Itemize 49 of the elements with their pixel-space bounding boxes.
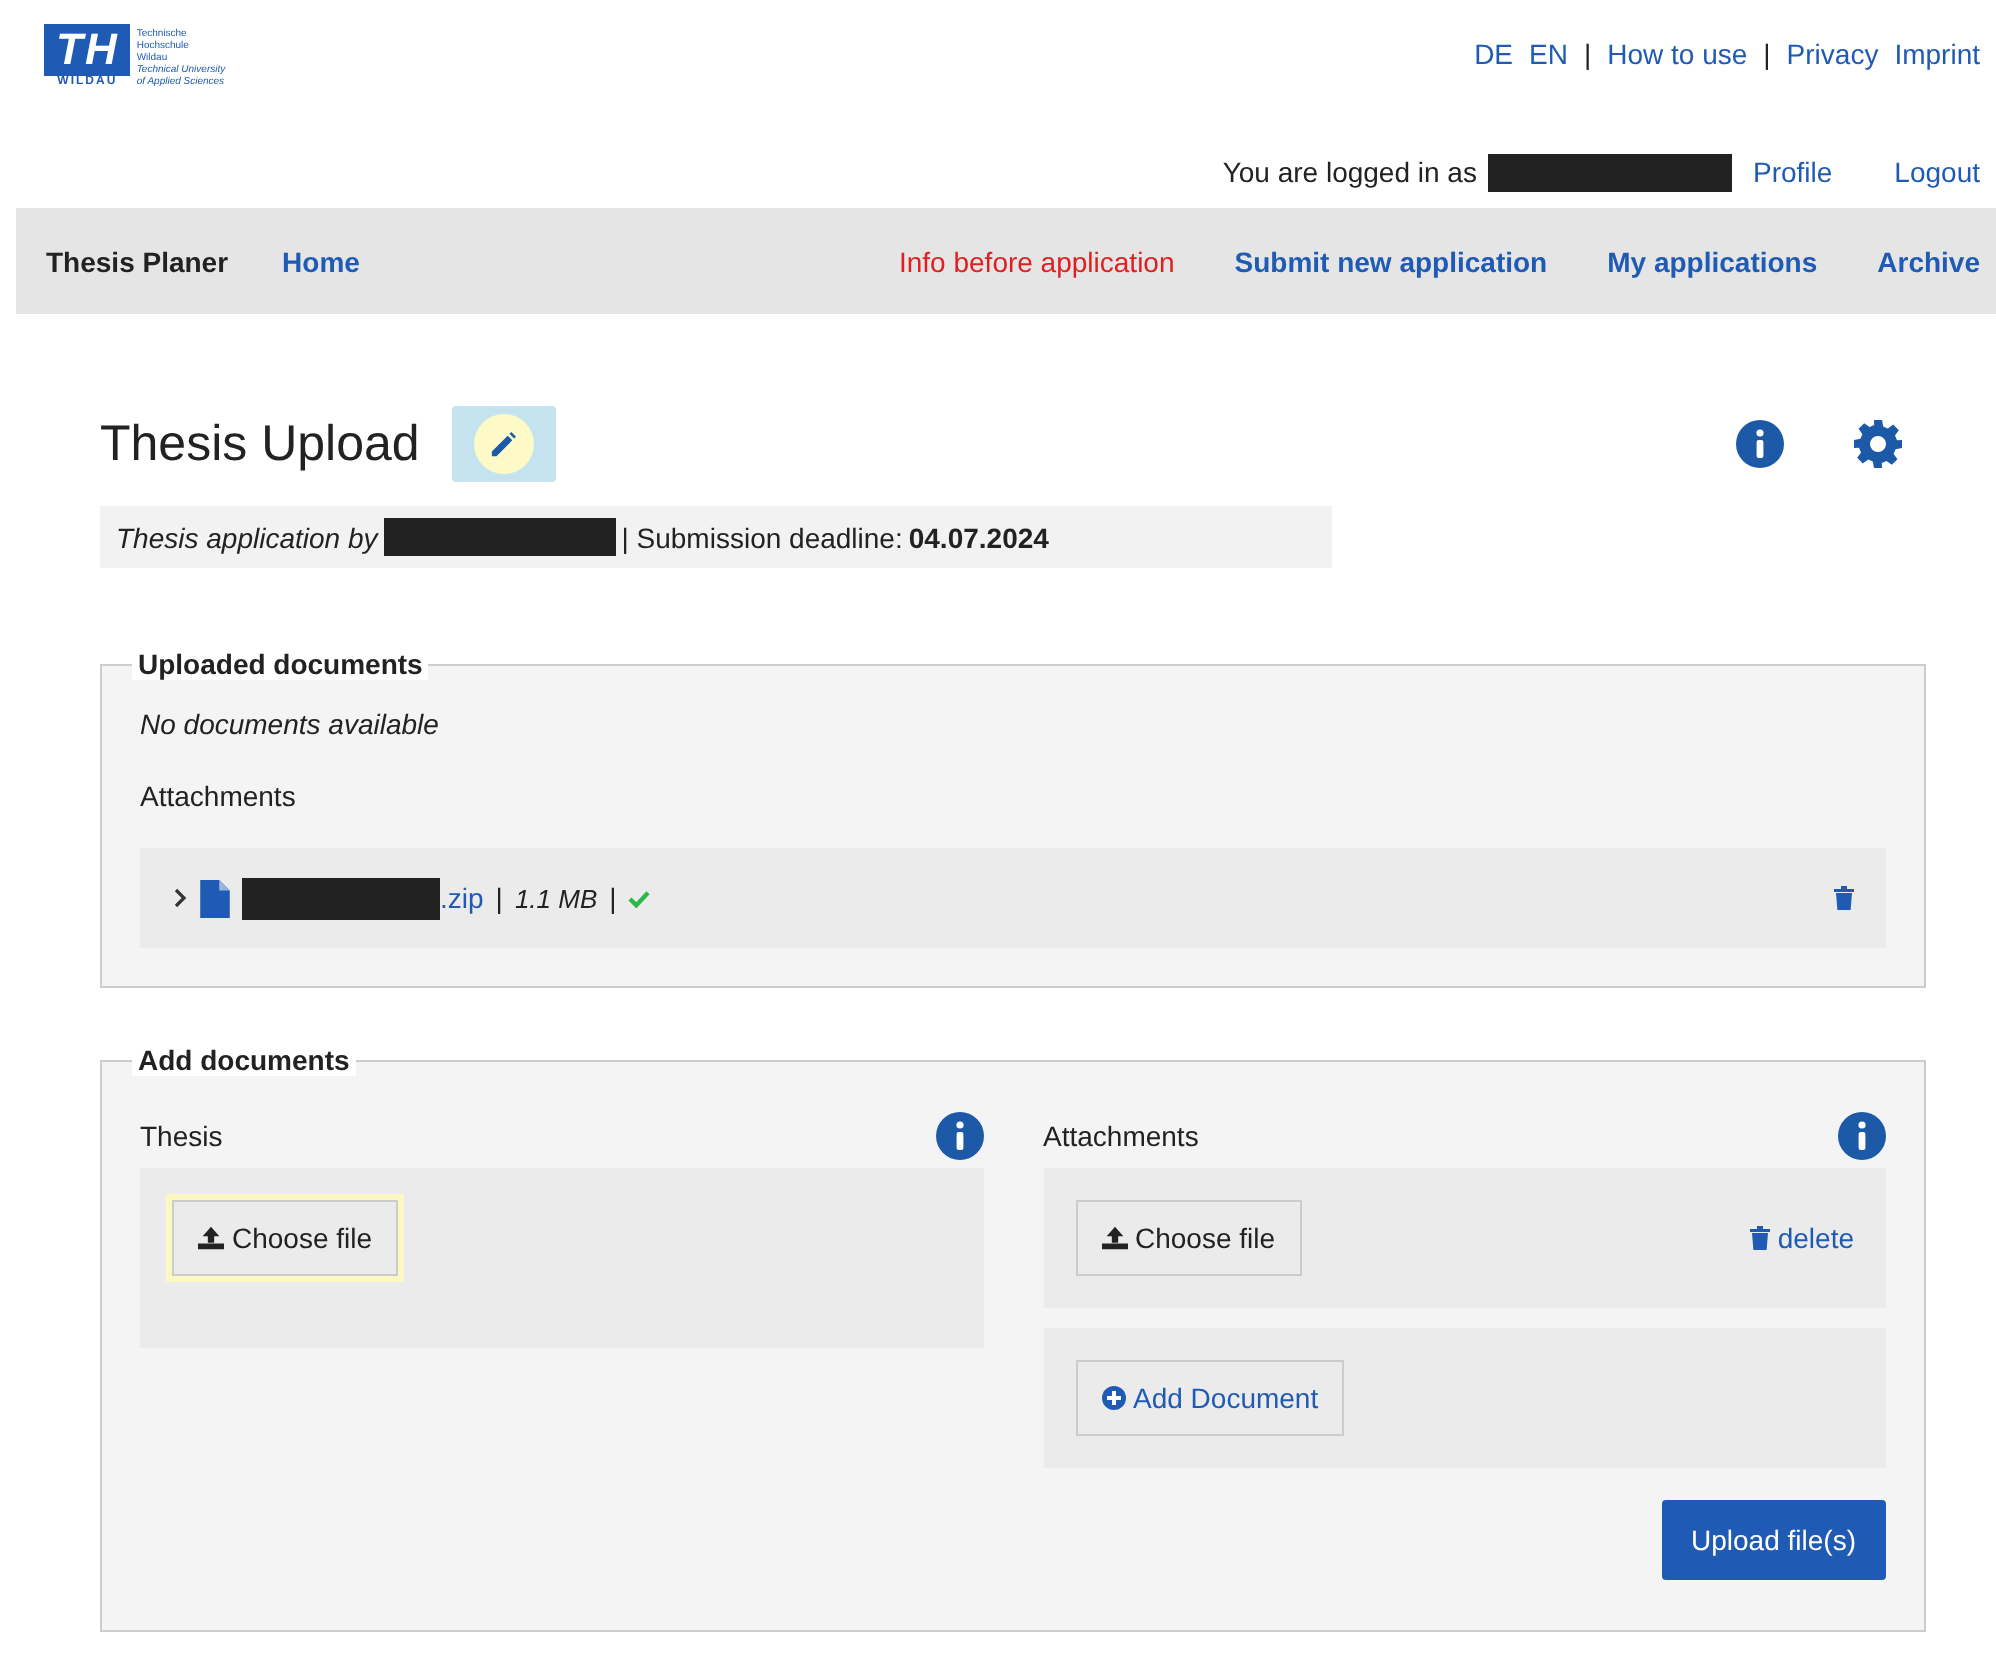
nav-link[interactable]: Submit new application (1234, 245, 1548, 277)
account-link[interactable]: Logout (1894, 156, 1980, 188)
trash-icon[interactable] (1834, 886, 1854, 910)
account-link[interactable]: Profile (1752, 156, 1833, 188)
info-icon[interactable] (935, 1112, 983, 1160)
section-title: Add documents (132, 1044, 356, 1076)
choose-file-button[interactable]: Choose file (1075, 1200, 1302, 1276)
deadline-label: | Submission deadline: (621, 521, 903, 553)
separator: | (1583, 38, 1592, 70)
deadline-date: 04.07.2024 (908, 521, 1049, 553)
header-link[interactable]: Privacy (1786, 38, 1879, 70)
login-status: You are logged in as (1222, 156, 1477, 188)
separator: | (609, 882, 617, 914)
chevron-right-icon[interactable] (172, 888, 188, 908)
nav-link[interactable]: Home (282, 245, 360, 277)
file-size: 1.1 MB (514, 883, 598, 913)
upload-icon (198, 1226, 224, 1250)
language-link[interactable]: DE (1474, 38, 1514, 70)
info-icon[interactable] (1736, 420, 1784, 468)
settings-icon[interactable] (1854, 420, 1902, 468)
separator: | (495, 882, 503, 914)
upload-icon (1101, 1226, 1127, 1250)
nav-link[interactable]: Archive (1877, 245, 1980, 277)
choose-file-button[interactable]: Choose file (172, 1200, 399, 1276)
field-label: Thesis (140, 1120, 223, 1152)
file-link[interactable]: .zip (440, 882, 484, 914)
plus-circle-icon (1101, 1386, 1125, 1410)
info-icon[interactable] (1838, 1112, 1886, 1160)
nav-link[interactable]: Info before application (898, 245, 1175, 277)
header-link[interactable]: Imprint (1894, 38, 1980, 70)
logo-mark: TH (44, 24, 131, 76)
section-title: Uploaded documents (132, 648, 429, 680)
edit-button[interactable] (451, 406, 556, 482)
upload-button[interactable]: Upload file(s) (1661, 1500, 1886, 1580)
attachments-label: Attachments (140, 780, 298, 812)
add-document-button[interactable]: Add Document (1075, 1360, 1345, 1436)
header-link[interactable]: How to use (1607, 38, 1748, 70)
page-title: Thesis Upload (100, 415, 420, 473)
field-label: Attachments (1043, 1120, 1199, 1152)
empty-message: No documents available (140, 706, 441, 744)
separator: | (1763, 38, 1771, 70)
delete-link[interactable]: delete (1749, 1222, 1854, 1254)
file-icon (200, 879, 230, 917)
language-link[interactable]: EN (1529, 38, 1568, 70)
brand-name: Thesis Planer (46, 245, 229, 277)
pencil-icon (490, 431, 517, 457)
applicant-label: Thesis application by (116, 521, 378, 553)
nav-link[interactable]: My applications (1607, 245, 1818, 277)
trash-icon (1749, 1226, 1770, 1250)
